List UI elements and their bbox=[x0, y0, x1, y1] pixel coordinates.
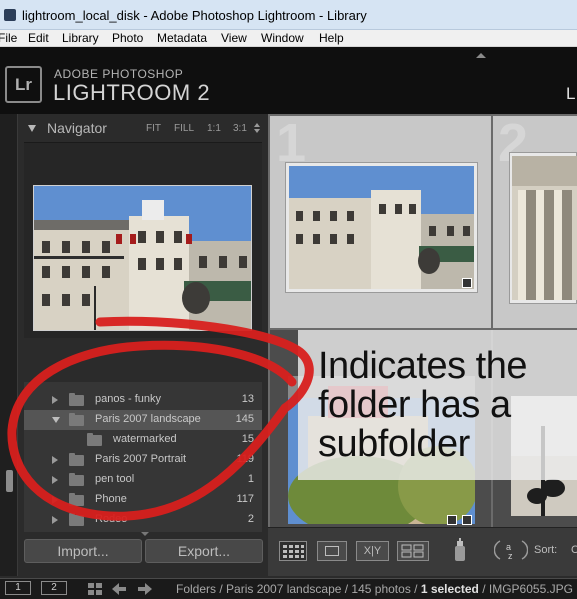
crop-badge-icon[interactable] bbox=[462, 515, 472, 525]
navigator-photo[interactable] bbox=[33, 185, 252, 331]
menu-edit[interactable]: Edit bbox=[28, 31, 49, 45]
menu-photo[interactable]: Photo bbox=[112, 31, 143, 45]
expand-closed-icon[interactable] bbox=[52, 396, 58, 404]
folder-count: 119 bbox=[236, 453, 254, 465]
title-bar: lightroom_local_disk - Adobe Photoshop L… bbox=[0, 0, 577, 30]
folder-name: Paris 2007 Portrait bbox=[95, 453, 187, 465]
folder-icon bbox=[69, 473, 84, 486]
forward-arrow-icon[interactable] bbox=[138, 583, 152, 595]
folder-count: 145 bbox=[235, 413, 254, 425]
expand-closed-icon[interactable] bbox=[52, 496, 58, 504]
back-arrow-icon[interactable] bbox=[112, 583, 126, 595]
svg-text:z: z bbox=[508, 551, 513, 561]
callout-line-2: folder has a bbox=[318, 384, 511, 426]
callout-line-1: Indicates the bbox=[318, 345, 527, 387]
folder-row[interactable]: Paris 2007 Portrait 119 bbox=[24, 450, 262, 470]
top-panel-toggle-icon[interactable] bbox=[476, 53, 486, 58]
expand-closed-icon[interactable] bbox=[52, 476, 58, 484]
collapse-triangle-icon[interactable] bbox=[28, 125, 36, 132]
grid-icon[interactable] bbox=[88, 583, 102, 595]
folder-icon bbox=[69, 453, 84, 466]
lightroom-app-icon bbox=[4, 9, 16, 21]
folder-count: 2 bbox=[247, 513, 254, 525]
folder-row[interactable]: Paris 2007 landscape 145 bbox=[24, 410, 262, 430]
folder-row[interactable]: Phone 117 bbox=[24, 490, 262, 510]
folder-icon bbox=[69, 413, 84, 426]
menu-library[interactable]: Library bbox=[62, 31, 99, 45]
brand-line-1: ADOBE PHOTOSHOP bbox=[54, 67, 184, 81]
zoom-stepper-icon[interactable] bbox=[254, 123, 260, 133]
menu-help[interactable]: Help bbox=[319, 31, 344, 45]
folder-name: pen tool bbox=[95, 473, 135, 485]
folder-row[interactable]: watermarked 15 bbox=[24, 430, 262, 450]
thumbnail-photo[interactable] bbox=[512, 156, 577, 300]
sort-label: Sort: bbox=[534, 544, 558, 556]
folder-name: panos - funky bbox=[95, 393, 162, 405]
folder-icon bbox=[87, 433, 102, 446]
import-button[interactable]: Import... bbox=[24, 539, 142, 563]
path-text: Folders / Paris 2007 landscape / 145 pho… bbox=[176, 582, 421, 596]
folder-icon bbox=[69, 493, 84, 506]
filename: / IMGP6055.JPG bbox=[478, 582, 573, 596]
folder-name: Paris 2007 landscape bbox=[95, 413, 201, 425]
folder-row[interactable]: pen tool 1 bbox=[24, 470, 262, 490]
navigator-title: Navigator bbox=[47, 120, 107, 136]
nav-fit-option[interactable]: FIT bbox=[146, 123, 161, 134]
brand-line-2: LIGHTROOM 2 bbox=[53, 80, 211, 105]
left-panel-edge bbox=[0, 114, 18, 576]
module-library[interactable]: L bbox=[566, 84, 575, 104]
folder-count: 1 bbox=[247, 473, 254, 485]
loupe-view-icon[interactable] bbox=[317, 541, 347, 561]
folder-icon bbox=[69, 513, 84, 526]
lightroom-logo: Lr bbox=[5, 66, 42, 103]
sort-direction-icon[interactable]: a z bbox=[494, 537, 528, 563]
folder-row[interactable]: panos - funky 13 bbox=[24, 390, 262, 410]
expand-closed-icon[interactable] bbox=[52, 456, 58, 464]
lightroom-window: lightroom_local_disk - Adobe Photoshop L… bbox=[0, 0, 577, 599]
nav-fill-option[interactable]: FILL bbox=[174, 123, 194, 134]
folder-count: 15 bbox=[241, 433, 254, 445]
folder-icon bbox=[69, 393, 84, 406]
nav-3to1-option[interactable]: 3:1 bbox=[233, 123, 247, 134]
folder-count: 13 bbox=[241, 393, 254, 405]
primary-window-button[interactable]: 1 bbox=[5, 581, 31, 595]
left-panel-scrollbar[interactable] bbox=[6, 470, 13, 492]
folder-count: 117 bbox=[236, 493, 254, 505]
export-button[interactable]: Export... bbox=[145, 539, 263, 563]
window-title: lightroom_local_disk - Adobe Photoshop L… bbox=[22, 8, 367, 23]
filmstrip-source-path[interactable]: Folders / Paris 2007 landscape / 145 pho… bbox=[176, 582, 573, 596]
grid-view-icon[interactable] bbox=[279, 541, 307, 561]
folder-row[interactable]: Rodeo 2 bbox=[24, 510, 262, 530]
spray-can-icon[interactable] bbox=[452, 538, 468, 562]
thumbnail-photo[interactable] bbox=[289, 166, 474, 289]
menu-bar: File Edit Library Photo Metadata View Wi… bbox=[0, 30, 577, 47]
folder-name: Rodeo bbox=[95, 513, 128, 525]
panel-resize-icon[interactable] bbox=[141, 532, 149, 536]
folder-name: watermarked bbox=[113, 433, 177, 445]
folder-name: Phone bbox=[95, 493, 127, 505]
sort-dropdown[interactable]: C bbox=[571, 544, 577, 556]
callout-line-3: subfolder bbox=[318, 423, 470, 465]
menu-window[interactable]: Window bbox=[261, 31, 304, 45]
metadata-badge-icon[interactable] bbox=[447, 515, 457, 525]
menu-view[interactable]: View bbox=[221, 31, 247, 45]
compare-view-icon[interactable]: X|Y bbox=[356, 541, 389, 561]
expand-closed-icon[interactable] bbox=[52, 516, 58, 524]
metadata-badge-icon[interactable] bbox=[462, 278, 472, 288]
survey-view-icon[interactable] bbox=[397, 541, 429, 561]
selection-count: 1 selected bbox=[420, 582, 479, 596]
expand-open-icon[interactable] bbox=[52, 417, 60, 423]
menu-file[interactable]: File bbox=[0, 31, 17, 45]
nav-1to1-option[interactable]: 1:1 bbox=[207, 123, 221, 134]
menu-metadata[interactable]: Metadata bbox=[157, 31, 207, 45]
secondary-window-button[interactable]: 2 bbox=[41, 581, 67, 595]
